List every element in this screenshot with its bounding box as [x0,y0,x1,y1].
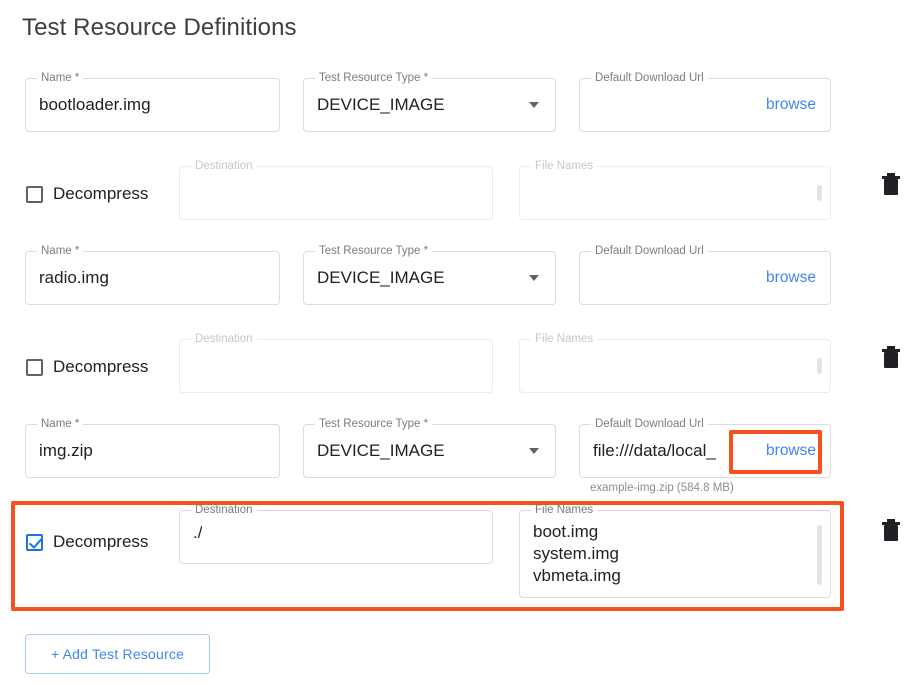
test-resource-type-select[interactable]: Test Resource Type * DEVICE_IMAGE [303,78,556,132]
url-field-value: file:///data/local_ [593,441,748,461]
resource-block: Name * img.zip Test Resource Type * DEVI… [0,424,916,502]
type-field-value: DEVICE_IMAGE [317,95,445,115]
chevron-down-icon [529,102,539,108]
file-names-field-label: File Names [531,159,597,173]
destination-field-value: ./ [193,523,202,543]
destination-field[interactable]: Destination ./ [179,510,493,564]
decompress-label: Decompress [53,184,148,204]
file-names-field-label: File Names [531,332,597,346]
decompress-row: Decompress Destination File Names [0,166,916,224]
browse-button[interactable]: browse [766,269,816,287]
name-field-value: bootloader.img [39,95,151,115]
type-field-label: Test Resource Type * [315,244,432,258]
url-field-label: Default Download Url [591,417,708,431]
name-field-label: Name * [37,244,83,258]
test-resource-type-select[interactable]: Test Resource Type * DEVICE_IMAGE [303,424,556,478]
url-field-label: Default Download Url [591,71,708,85]
type-field-label: Test Resource Type * [315,417,432,431]
chevron-down-icon [529,275,539,281]
name-field-label: Name * [37,417,83,431]
destination-field-label: Destination [191,503,257,517]
add-test-resource-button[interactable]: + Add Test Resource [25,634,210,674]
name-field-label: Name * [37,71,83,85]
decompress-checkbox[interactable] [26,186,43,203]
destination-field-label: Destination [191,332,257,346]
decompress-row: Decompress Destination File Names [0,339,916,397]
test-resource-type-select[interactable]: Test Resource Type * DEVICE_IMAGE [303,251,556,305]
page-title: Test Resource Definitions [22,14,297,42]
type-field-value: DEVICE_IMAGE [317,441,445,461]
destination-field[interactable]: Destination [179,166,493,220]
default-download-url-field[interactable]: Default Download Url file:///data/local_… [579,424,831,478]
decompress-checkbox[interactable] [26,534,43,551]
browse-button[interactable]: browse [766,96,816,114]
default-download-url-field[interactable]: Default Download Url browse [579,78,831,132]
name-field-value: radio.img [39,268,109,288]
browse-button[interactable]: browse [766,442,816,460]
resource-block: Name * radio.img Test Resource Type * DE… [0,251,916,329]
destination-field[interactable]: Destination [179,339,493,393]
name-field[interactable]: Name * bootloader.img [25,78,280,132]
decompress-checkbox-wrap[interactable]: Decompress [26,357,148,377]
file-names-value: boot.img system.img vbmeta.img [533,521,621,587]
decompress-row: Decompress Destination ./ File Names boo… [0,510,916,602]
default-download-url-field[interactable]: Default Download Url browse [579,251,831,305]
name-field-value: img.zip [39,441,93,461]
decompress-checkbox-wrap[interactable]: Decompress [26,532,148,552]
name-field[interactable]: Name * radio.img [25,251,280,305]
file-names-field[interactable]: File Names boot.img system.img vbmeta.im… [519,510,831,598]
file-names-scrollbar[interactable] [817,358,822,374]
file-names-scrollbar[interactable] [817,185,822,201]
decompress-checkbox[interactable] [26,359,43,376]
test-resource-definitions-page: Test Resource Definitions Name * bootloa… [0,0,916,685]
destination-field-label: Destination [191,159,257,173]
file-names-scrollbar[interactable] [817,525,822,585]
decompress-label: Decompress [53,357,148,377]
download-url-hint: example-img.zip (584.8 MB) [590,482,734,494]
decompress-label: Decompress [53,532,148,552]
file-names-field-label: File Names [531,503,597,517]
resource-block: Name * bootloader.img Test Resource Type… [0,78,916,156]
type-field-label: Test Resource Type * [315,71,432,85]
url-field-label: Default Download Url [591,244,708,258]
type-field-value: DEVICE_IMAGE [317,268,445,288]
decompress-checkbox-wrap[interactable]: Decompress [26,184,148,204]
name-field[interactable]: Name * img.zip [25,424,280,478]
chevron-down-icon [529,448,539,454]
file-names-field[interactable]: File Names [519,339,831,393]
file-names-field[interactable]: File Names [519,166,831,220]
